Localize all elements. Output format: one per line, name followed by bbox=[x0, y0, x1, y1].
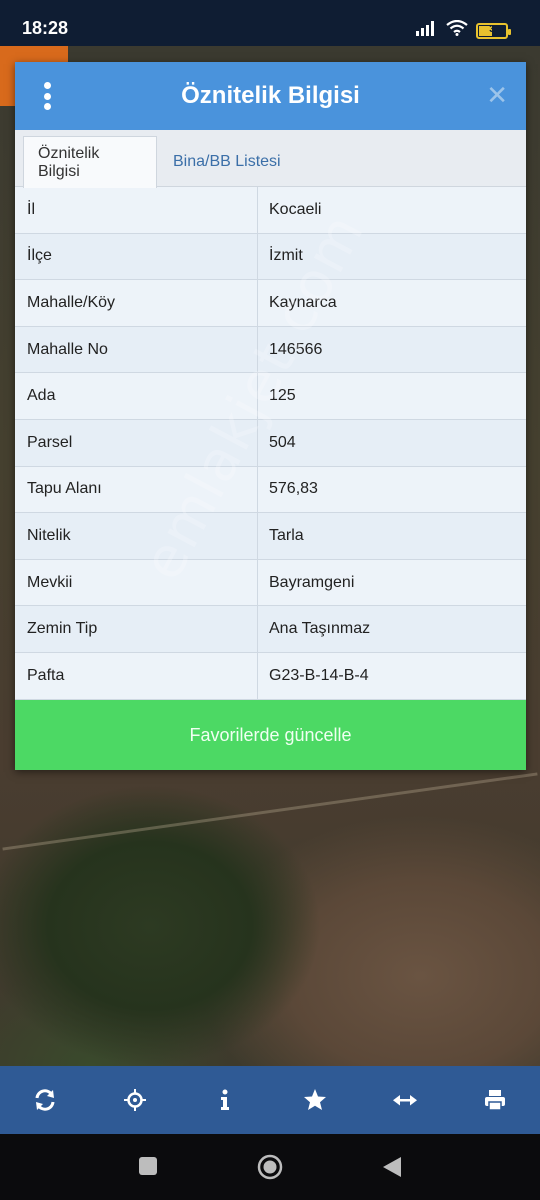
table-row: Mahalle No 146566 bbox=[15, 326, 526, 374]
attribute-table: İl Kocaeli İlçe İzmit Mahalle/Köy Kaynarca … bbox=[15, 187, 526, 700]
recents-icon[interactable] bbox=[138, 1156, 158, 1181]
star-icon[interactable] bbox=[293, 1078, 337, 1122]
row-key: İlçe bbox=[15, 233, 258, 280]
dialog-header: Öznitelik Bilgisi ✕ bbox=[15, 62, 526, 130]
dialog-title: Öznitelik Bilgisi bbox=[181, 82, 360, 109]
tab-bar: Öznitelik Bilgisi Bina/BB Listesi bbox=[15, 130, 526, 188]
tab-attribute-info[interactable]: Öznitelik Bilgisi bbox=[23, 136, 157, 188]
status-icons: 3 bbox=[416, 19, 511, 41]
status-bar: 18:28 3 bbox=[0, 0, 540, 46]
row-key: Parsel bbox=[15, 419, 258, 466]
row-key: Ada bbox=[15, 373, 258, 419]
row-value: G23-B-14-B-4 bbox=[269, 666, 369, 684]
measure-icon[interactable] bbox=[383, 1078, 427, 1122]
attribute-dialog: Öznitelik Bilgisi ✕ Öznitelik Bilgisi Bi… bbox=[15, 62, 526, 770]
row-key: Nitelik bbox=[15, 513, 258, 559]
back-icon[interactable] bbox=[381, 1156, 403, 1183]
row-value: 504 bbox=[269, 433, 296, 451]
table-row: Nitelik Tarla bbox=[15, 513, 526, 560]
table-row: Zemin Tip Ana Taşınmaz bbox=[15, 606, 526, 653]
row-value: 576,83 bbox=[269, 480, 318, 498]
row-value: Bayramgeni bbox=[269, 573, 355, 591]
row-value: Kaynarca bbox=[269, 293, 337, 311]
row-key: İl bbox=[15, 187, 258, 233]
row-key: Zemin Tip bbox=[15, 606, 258, 652]
row-key: Mahalle/Köy bbox=[15, 280, 258, 326]
table-row: Tapu Alanı 576,83 bbox=[15, 466, 526, 514]
update-favorites-button[interactable]: Favorilerde güncelle bbox=[15, 700, 526, 770]
menu-icon[interactable] bbox=[41, 82, 53, 110]
row-key: Pafta bbox=[15, 652, 258, 699]
table-row: İl Kocaeli bbox=[15, 187, 526, 234]
table-row: Ada 125 bbox=[15, 373, 526, 420]
row-key: Mevkii bbox=[15, 559, 258, 606]
row-value: Ana Taşınmaz bbox=[269, 620, 371, 638]
bottom-toolbar bbox=[0, 1066, 540, 1134]
battery-level: 3 bbox=[489, 23, 495, 35]
refresh-icon[interactable] bbox=[23, 1078, 67, 1122]
table-row: Mahalle/Köy Kaynarca bbox=[15, 280, 526, 327]
row-value: Kocaeli bbox=[269, 200, 322, 218]
table-row: Mevkii Bayramgeni bbox=[15, 559, 526, 607]
system-nav-bar bbox=[0, 1134, 540, 1200]
locate-icon[interactable] bbox=[113, 1078, 157, 1122]
status-time: 18:28 bbox=[22, 18, 69, 38]
close-icon[interactable]: ✕ bbox=[486, 82, 508, 108]
table-row: Parsel 504 bbox=[15, 419, 526, 467]
signal-icon bbox=[416, 20, 438, 41]
wifi-icon bbox=[446, 19, 468, 41]
row-value: 146566 bbox=[269, 340, 323, 358]
table-row: İlçe İzmit bbox=[15, 233, 526, 281]
table-row: Pafta G23-B-14-B-4 bbox=[15, 652, 526, 700]
print-icon[interactable] bbox=[473, 1078, 517, 1122]
info-icon[interactable] bbox=[203, 1078, 247, 1122]
home-icon[interactable] bbox=[257, 1154, 283, 1185]
tab-building-list[interactable]: Bina/BB Listesi bbox=[159, 136, 295, 188]
row-value: 125 bbox=[269, 387, 296, 405]
row-key: Mahalle No bbox=[15, 326, 258, 373]
row-value: Tarla bbox=[269, 526, 304, 544]
row-value: İzmit bbox=[269, 247, 303, 265]
row-key: Tapu Alanı bbox=[15, 466, 258, 513]
battery-icon: 3 bbox=[476, 22, 511, 39]
